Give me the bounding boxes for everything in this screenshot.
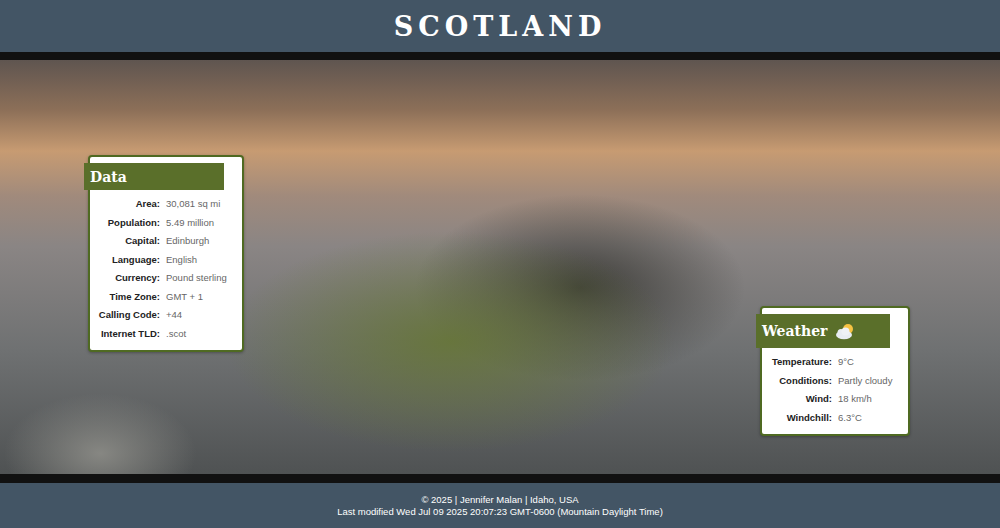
- footer-line: Last modified Wed Jul 09 2025 20:07:23 G…: [337, 506, 663, 518]
- row-value: 9°C: [838, 356, 904, 369]
- card-rows: Area: 30,081 sq mi Population: 5.49 million…: [90, 198, 242, 340]
- row-value: +44: [166, 309, 238, 322]
- row-label: Calling Code:: [90, 309, 160, 322]
- row-label: Area:: [90, 198, 160, 211]
- row-label: Windchill:: [762, 412, 832, 425]
- row-value: 18 km/h: [838, 393, 904, 406]
- row-label: Conditions:: [762, 375, 832, 388]
- row-value: 5.49 million: [166, 217, 238, 230]
- row-value: Edinburgh: [166, 235, 238, 248]
- row-label: Currency:: [90, 272, 160, 285]
- card-rows: Temperature: 9°C Conditions: Partly cloudy W…: [762, 356, 908, 424]
- row-value: GMT + 1: [166, 291, 238, 304]
- row-label: Capital:: [90, 235, 160, 248]
- page: SCOTLAND Data Area: 30,081 sq mi Population:…: [0, 0, 1000, 528]
- row-value: .scot: [166, 328, 238, 341]
- row-value: English: [166, 254, 238, 267]
- card-heading: Data: [84, 163, 224, 190]
- footer-line: © 2025 | Jennifer Malan | Idaho, USA: [421, 494, 578, 506]
- row-label: Internet TLD:: [90, 328, 160, 341]
- card-title: Data: [90, 169, 127, 185]
- hero-photo: Data Area: 30,081 sq mi Population: 5.49 mil…: [0, 60, 1000, 474]
- row-value: 30,081 sq mi: [166, 198, 238, 211]
- row-value: 6.3°C: [838, 412, 904, 425]
- row-value: Partly cloudy: [838, 375, 904, 388]
- header-border: [0, 52, 1000, 60]
- row-label: Time Zone:: [90, 291, 160, 304]
- row-label: Temperature:: [762, 356, 832, 369]
- row-label: Wind:: [762, 393, 832, 406]
- card-heading: Weather: [756, 314, 890, 348]
- weather-card: Weather Temperature: 9°C Conditions: Partly …: [760, 306, 910, 436]
- site-footer: © 2025 | Jennifer Malan | Idaho, USALast…: [0, 483, 1000, 528]
- row-value: Pound sterling: [166, 272, 238, 285]
- row-label: Population:: [90, 217, 160, 230]
- site-header: SCOTLAND: [0, 0, 1000, 52]
- row-label: Language:: [90, 254, 160, 267]
- card-title: Weather: [762, 323, 828, 339]
- data-card: Data Area: 30,081 sq mi Population: 5.49 mil…: [88, 155, 244, 352]
- site-title: SCOTLAND: [394, 11, 607, 42]
- partly-cloudy-icon: [834, 322, 856, 340]
- footer-border: [0, 474, 1000, 483]
